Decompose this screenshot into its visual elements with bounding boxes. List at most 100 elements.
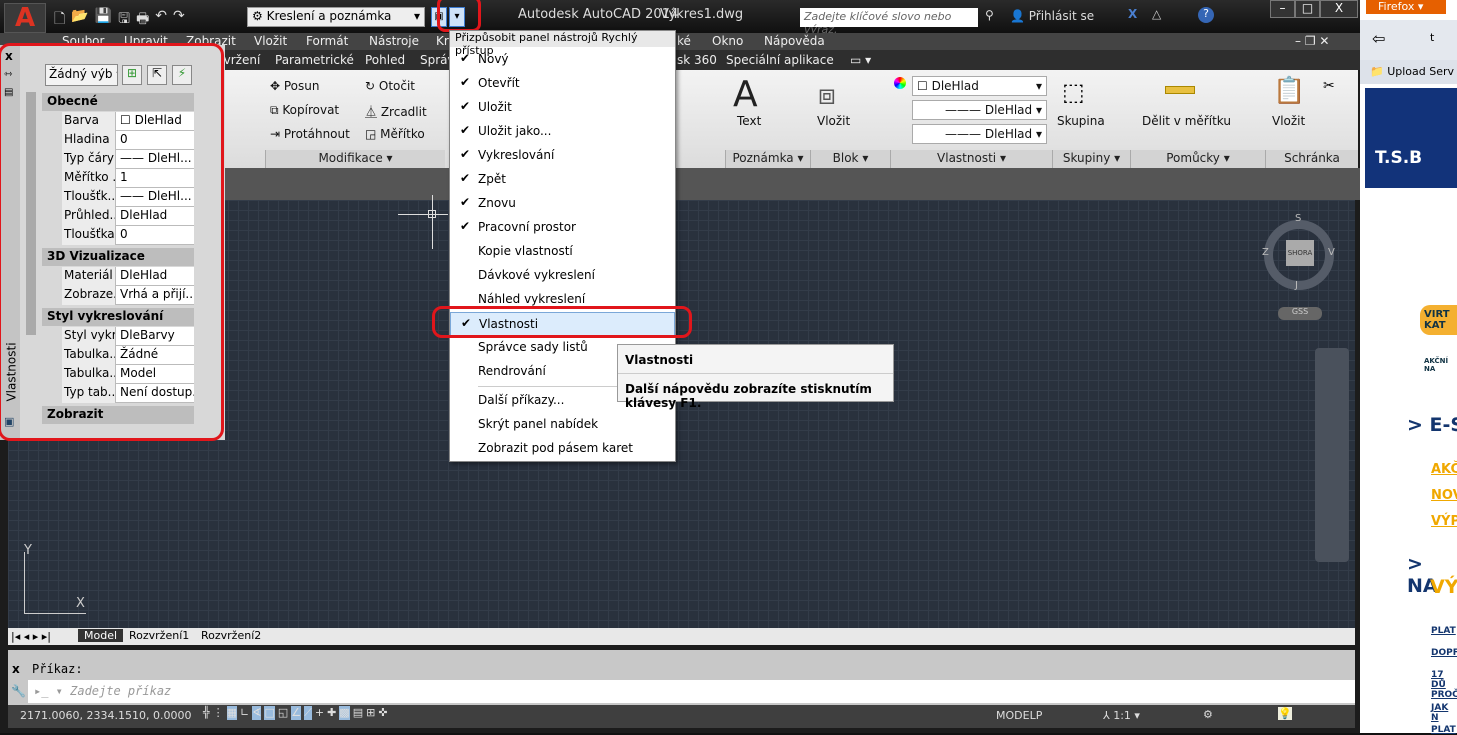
- zrcadlit-button[interactable]: ⏅ Zrcadlit: [365, 103, 427, 120]
- restore-drawing-icon[interactable]: – ❐ ✕: [1295, 34, 1329, 48]
- menu-item[interactable]: Dávkové vykreslení: [450, 264, 675, 288]
- model-space-toggle[interactable]: MODELP: [996, 709, 1042, 722]
- panel-groups-label[interactable]: Skupiny ▾: [1052, 150, 1130, 168]
- autodesk360-icon[interactable]: △: [1152, 7, 1161, 21]
- panel-utilities-label[interactable]: Pomůcky ▾: [1130, 150, 1265, 168]
- exchange-icon[interactable]: X: [1128, 7, 1137, 21]
- maximize-button[interactable]: □: [1295, 0, 1320, 18]
- menu-item[interactable]: ✔ Vykreslování: [450, 144, 675, 168]
- menu-item[interactable]: ✔ Uložit jako...: [450, 120, 675, 144]
- plot-icon[interactable]: 🖶: [136, 8, 149, 32]
- menu-item[interactable]: ✔ Otevřít: [450, 72, 675, 96]
- menu-item[interactable]: Kopie vlastností: [450, 240, 675, 264]
- signin-button[interactable]: 👤 Přihlásit se: [1010, 9, 1094, 23]
- viewcube-east[interactable]: V: [1328, 247, 1335, 258]
- close-command-icon[interactable]: x: [12, 662, 20, 676]
- bookmark-upload[interactable]: 📁 Upload Serv: [1360, 60, 1457, 84]
- protahnout-button[interactable]: ⇥ Protáhnout: [270, 127, 350, 141]
- link[interactable]: PLAT: [1431, 725, 1457, 735]
- viewcube-north[interactable]: S: [1295, 213, 1301, 224]
- group-icon[interactable]: ⬚: [1062, 78, 1085, 106]
- open-icon[interactable]: 📂: [71, 8, 88, 32]
- workspace-switching-icon[interactable]: ⚙: [1203, 708, 1213, 721]
- insert-block-icon[interactable]: ⧈: [818, 78, 836, 112]
- menu-kresleni[interactable]: Kr: [436, 34, 449, 48]
- lineweight-dropdown[interactable]: ——— DleHlad ▾: [912, 100, 1047, 120]
- menu-item[interactable]: ✔ Znovu: [450, 192, 675, 216]
- grid-icon[interactable]: ▦: [226, 706, 238, 720]
- binoculars-icon[interactable]: ⚲: [985, 8, 994, 22]
- tab-rozvrzeni1[interactable]: Rozvržení1: [125, 629, 193, 642]
- command-input[interactable]: ▸_ ▾ Zadejte příkaz: [28, 680, 1355, 703]
- lineweight-icon[interactable]: ✚: [327, 706, 336, 720]
- paste-button[interactable]: Vložit: [1272, 114, 1305, 128]
- measure-button[interactable]: Dělit v měřítku: [1142, 114, 1231, 128]
- close-button[interactable]: X: [1320, 0, 1358, 18]
- menu-item[interactable]: Zobrazit pod pásem karet: [450, 437, 675, 461]
- link[interactable]: 17 DŮ PROČ: [1431, 670, 1457, 700]
- dyn-icon[interactable]: +: [315, 706, 324, 720]
- tab-specialni-aplikace[interactable]: Speciální aplikace: [726, 53, 834, 67]
- linetype-dropdown[interactable]: ——— DleHlad ▾: [912, 124, 1047, 144]
- link[interactable]: VÝP: [1431, 514, 1457, 529]
- ducs-icon[interactable]: ⟋: [304, 706, 312, 720]
- navigation-bar[interactable]: [1315, 348, 1349, 562]
- tab-model[interactable]: Model: [78, 629, 124, 642]
- viewcube-south[interactable]: J: [1295, 280, 1298, 291]
- help-icon[interactable]: ?: [1198, 7, 1214, 23]
- osnap-icon[interactable]: □: [264, 706, 275, 720]
- new-icon[interactable]: 🗋: [54, 8, 65, 32]
- 3dosnap-icon[interactable]: ◱: [278, 706, 288, 720]
- tab-autodesk360[interactable]: sk 360: [677, 53, 717, 67]
- ortho-icon[interactable]: ∟: [240, 706, 249, 720]
- url-bar[interactable]: t: [1430, 31, 1434, 44]
- tsb-logo[interactable]: T.S.B: [1365, 88, 1457, 188]
- link[interactable]: PLAT: [1431, 626, 1457, 636]
- snap-icon[interactable]: ⋮: [213, 706, 224, 720]
- ucs-menu[interactable]: GSS: [1278, 307, 1322, 320]
- layout-nav-icons[interactable]: |◂ ◂ ▸ ▸|: [11, 630, 51, 643]
- panel-block-label[interactable]: Blok ▾: [810, 150, 890, 168]
- kopirovat-button[interactable]: ⧉ Kopírovat: [270, 103, 339, 118]
- group-button[interactable]: Skupina: [1057, 114, 1105, 128]
- menu-okno[interactable]: Okno: [712, 34, 743, 48]
- menu-item[interactable]: ✔ Pracovní prostor: [450, 216, 675, 240]
- redo-icon[interactable]: ↷: [173, 8, 185, 32]
- viewcube-face[interactable]: SHORA: [1286, 240, 1314, 266]
- menu-item[interactable]: Skrýt panel nabídek: [450, 413, 675, 437]
- link[interactable]: AKČ: [1431, 462, 1457, 477]
- panel-properties-label[interactable]: Vlastnosti ▾: [890, 150, 1052, 168]
- insert-block-button[interactable]: Vložit: [817, 114, 850, 128]
- menu-parametricke[interactable]: ké: [677, 34, 691, 48]
- annotation-scale[interactable]: ⅄ 1:1 ▾: [1103, 709, 1140, 722]
- application-menu-button[interactable]: A: [4, 3, 46, 33]
- menu-item[interactable]: ✔ Uložit: [450, 96, 675, 120]
- workspace-dropdown[interactable]: ⚙ Kreslení a poznámka ▾: [247, 7, 425, 27]
- otocit-button[interactable]: ↻ Otočit: [365, 79, 415, 93]
- menu-item[interactable]: ✔ Zpět: [450, 168, 675, 192]
- save-icon[interactable]: 💾: [95, 8, 112, 32]
- sc-icon[interactable]: ⊞: [366, 706, 375, 720]
- am-icon[interactable]: ✜: [378, 706, 387, 720]
- isolate-objects-icon[interactable]: 💡: [1278, 707, 1292, 720]
- qp-icon[interactable]: ▤: [353, 706, 363, 720]
- meritko-button[interactable]: ◲ Měřítko: [365, 127, 425, 141]
- menu-napoveda[interactable]: Nápověda: [764, 34, 825, 48]
- back-icon[interactable]: ⇦: [1372, 29, 1385, 48]
- search-input[interactable]: Zadejte klíčové slovo nebo výraz.: [800, 8, 978, 36]
- catalog-banner[interactable]: VIRT KAT: [1420, 305, 1457, 335]
- tab-parametricke[interactable]: Parametrické: [275, 53, 354, 67]
- infer-constraints-icon[interactable]: ╬: [203, 706, 210, 720]
- menu-vlozit[interactable]: Vložit: [254, 34, 287, 48]
- tab-pohled[interactable]: Pohled: [365, 53, 405, 67]
- posun-button[interactable]: ✥ Posun: [270, 79, 320, 93]
- firefox-menu-button[interactable]: Firefox ▾: [1366, 0, 1446, 14]
- viewcube-west[interactable]: Z: [1262, 247, 1269, 258]
- save-as-icon[interactable]: 🖫: [118, 8, 130, 32]
- minimize-button[interactable]: –: [1270, 0, 1295, 18]
- transparency-icon[interactable]: ▩: [339, 706, 350, 720]
- clipboard-icon[interactable]: 📋: [1273, 76, 1305, 106]
- tab-rozvrzeni2[interactable]: Rozvržení2: [197, 629, 265, 642]
- text-icon[interactable]: A: [733, 74, 758, 115]
- undo-icon[interactable]: ↶: [155, 8, 167, 32]
